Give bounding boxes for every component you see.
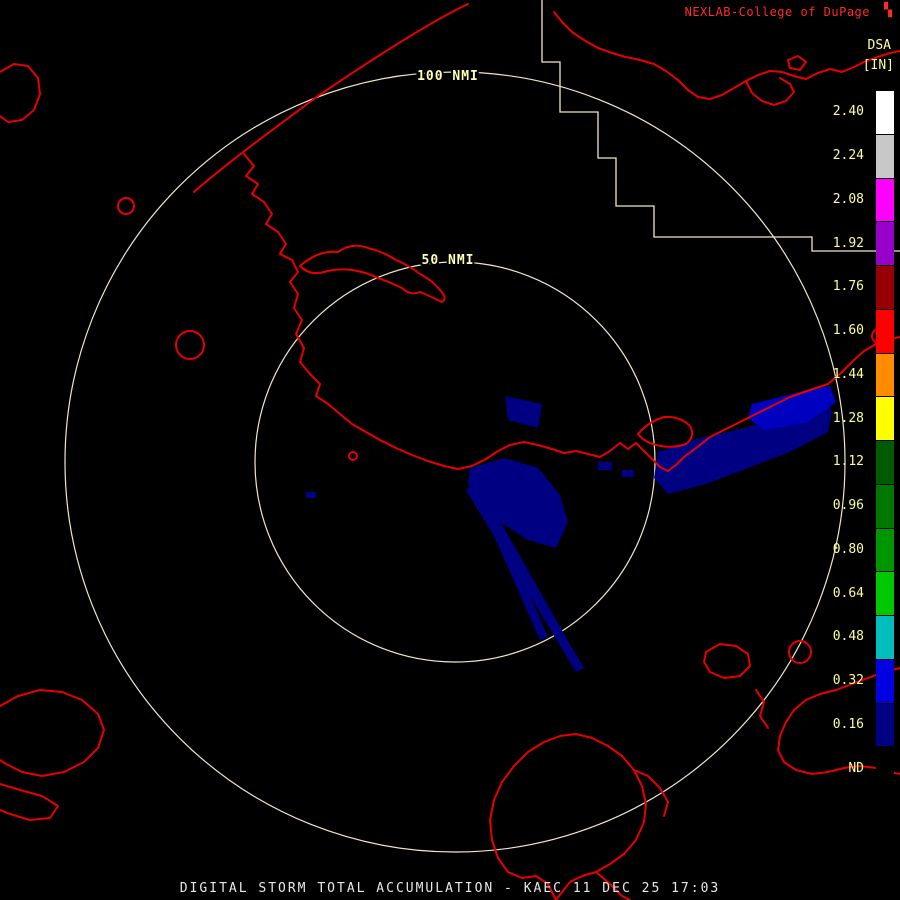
- colorbar-entry: 2.40: [833, 90, 894, 134]
- coastline-arc-northwest: [193, 3, 469, 193]
- colorbar-value-label: 0.96: [832, 498, 864, 514]
- lake-south-appendage: [633, 769, 669, 817]
- colorbar-units: [IN]: [862, 58, 894, 73]
- radar-viewer: 100 NMI 50 NMI NEXLAB-College of DuPage …: [0, 0, 900, 900]
- colorbar-entry: 1.92: [833, 221, 894, 265]
- colorbar-swatch: [876, 177, 894, 222]
- colorbar-entry: 0.16: [832, 702, 894, 747]
- colorbar-value-label: 1.12: [832, 454, 864, 470]
- coastline-northeast: [553, 11, 900, 100]
- coastline-southeast-squiggle: [755, 689, 769, 729]
- coastline-southwest-strip: [0, 783, 59, 821]
- range-ring-label-100: 100 NMI: [417, 69, 479, 84]
- colorbar-value-label: 0.80: [832, 541, 864, 557]
- colorbar-entry: 2.24: [832, 133, 894, 178]
- colorbar-swatch: [876, 702, 894, 747]
- radar-echoes: [306, 386, 836, 672]
- colorbar-entry: 0.48: [833, 615, 894, 659]
- colorbar-value-label: 0.48: [832, 629, 864, 645]
- island-outline: [637, 415, 694, 448]
- colorbar-swatch: [876, 90, 894, 134]
- colorbar-entry: 1.44: [832, 352, 894, 397]
- colorbar-value-label: 0.64: [832, 585, 864, 601]
- coastline-southwest-blob: [0, 689, 105, 777]
- colorbar-entry: ND: [833, 746, 894, 790]
- coastline-northeast-branch: [745, 77, 795, 106]
- echo-speckle: [622, 470, 634, 477]
- small-lake-circle: [348, 451, 358, 461]
- colorbar-swatch: [876, 527, 894, 572]
- colorbar-value-label: 2.40: [832, 104, 864, 120]
- coastline-northeast-islet: [787, 55, 807, 71]
- island-southeast: [703, 643, 751, 679]
- colorbar-entry: 0.64: [833, 571, 894, 615]
- colorbar-swatch: [876, 615, 894, 659]
- colorbar-swatch: [876, 746, 894, 790]
- colorbar-swatch: [876, 658, 894, 703]
- colorbar-value-label: 2.08: [832, 191, 864, 207]
- colorbar-entry: 1.28: [833, 396, 894, 440]
- colorbar-entry: 1.12: [833, 440, 894, 484]
- colorbar-swatch: [876, 571, 894, 615]
- coastline-west-blob: [0, 63, 41, 123]
- echo-speckle: [306, 492, 316, 498]
- colorbar-value-label: 0.32: [832, 673, 864, 689]
- colorbar-value-label: 1.28: [832, 410, 864, 426]
- range-ring-label-50: 50 NMI: [422, 253, 475, 268]
- colorbar-swatch: [876, 483, 894, 528]
- product-title-text: DIGITAL STORM TOTAL ACCUMULATION - KAEC …: [179, 881, 721, 896]
- colorbar-swatch: [876, 221, 894, 265]
- colorbar-value-label: 1.44: [832, 366, 864, 382]
- echo-speckle: [598, 462, 612, 470]
- colorbar-swatch: [876, 308, 894, 353]
- colorbar-value-label: 1.60: [832, 323, 864, 339]
- colorbar-entry: 0.80: [832, 527, 894, 572]
- colorbar-entry: 0.96: [832, 483, 894, 528]
- colorbar-entry: 1.76: [833, 265, 894, 309]
- lake-outline-south: [489, 733, 647, 900]
- colorbar-swatch: [876, 440, 894, 484]
- colorbar-swatch: [876, 352, 894, 397]
- colorbar-swatch: [876, 396, 894, 440]
- small-lake-circle: [175, 330, 205, 360]
- colorbar-entry: 1.60: [832, 308, 894, 353]
- colorbar-swatch: [876, 265, 894, 309]
- colorbar-swatch: [876, 133, 894, 178]
- range-ring-50nmi: [254, 261, 656, 663]
- radar-map-canvas: 100 NMI 50 NMI: [0, 0, 900, 900]
- brand-logo-icon: ▚: [884, 3, 892, 18]
- colorbar-value-label: 1.92: [832, 235, 864, 251]
- small-lake-circle: [117, 197, 135, 215]
- colorbar-value-label: 0.16: [832, 716, 864, 732]
- brand-text: NEXLAB-College of DuPage: [684, 5, 870, 19]
- colorbar-entry: 2.08: [832, 177, 894, 222]
- colorbar-entry: 0.32: [832, 658, 894, 703]
- colorbar-value-label: ND: [848, 760, 864, 776]
- colorbar-value-label: 2.24: [832, 148, 864, 164]
- colorbar-scale: 2.40 2.24 2.08 1.92 1.76 1.60 1.44 1.28 1.12 0.96…: [833, 90, 894, 790]
- colorbar-value-label: 1.76: [832, 279, 864, 295]
- echo-north-patch: [505, 396, 542, 428]
- colorbar-title: DSA: [867, 38, 891, 53]
